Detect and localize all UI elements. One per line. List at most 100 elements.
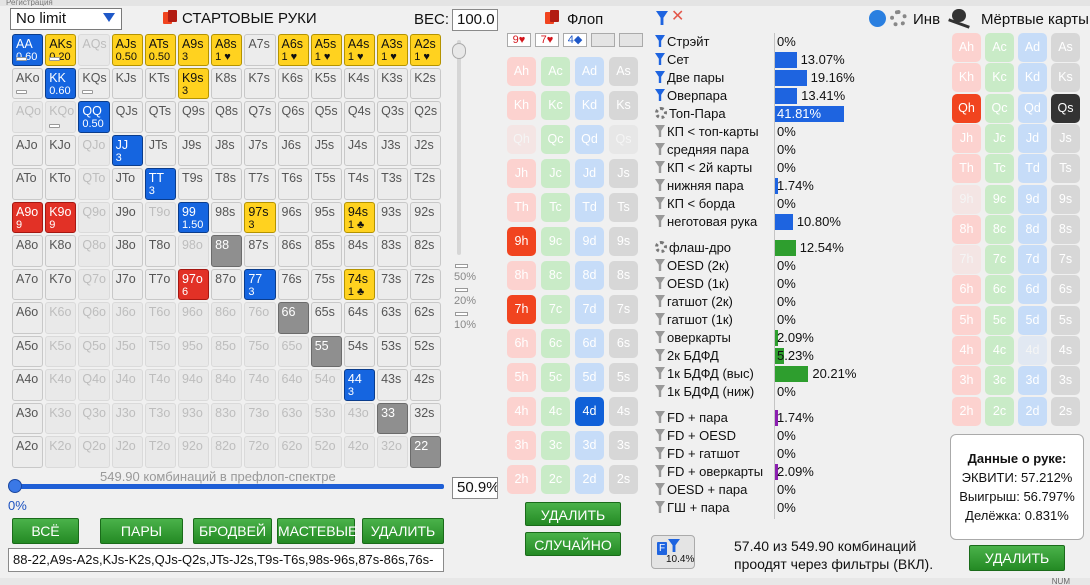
hand-cell[interactable]: A4s 1 ♥	[343, 34, 376, 66]
hand-cell[interactable]: J9s	[177, 134, 210, 166]
dead-card[interactable]: 2h	[952, 396, 981, 426]
hand-cell[interactable]: 87s	[244, 235, 276, 267]
range-slider[interactable]	[8, 479, 444, 493]
hand-cell[interactable]: 96s	[277, 201, 309, 233]
filter-icon[interactable]	[655, 277, 665, 289]
hand-cell[interactable]: 64o	[277, 369, 309, 401]
stat-row[interactable]: Сет	[655, 51, 689, 69]
dead-card[interactable]: Ad	[1018, 33, 1047, 62]
hand-cell[interactable]: 98s	[211, 201, 243, 233]
hand-cell[interactable]: Q2o	[78, 436, 110, 468]
hand-cell[interactable]: T3o	[144, 402, 176, 434]
hand-cell[interactable]: 65s	[310, 302, 342, 334]
hand-cell[interactable]: 83o	[211, 402, 243, 434]
dead-card[interactable]: Ac	[985, 33, 1014, 62]
hand-cell[interactable]: 33	[377, 402, 409, 434]
filter-icon[interactable]	[655, 349, 665, 361]
stat-row[interactable]: КП < борда	[655, 195, 735, 213]
hand-cell[interactable]: 93o	[177, 402, 210, 434]
hand-cell[interactable]: J6s	[277, 134, 309, 166]
flop-card[interactable]: 3s	[609, 431, 638, 460]
hand-cell[interactable]: 94s 1 ♣	[343, 201, 376, 233]
dead-card[interactable]: 4s	[1051, 336, 1080, 365]
hand-cell[interactable]: 96o	[177, 302, 210, 334]
stat-row[interactable]: Две пары	[655, 69, 724, 87]
dead-card[interactable]: Qh	[952, 93, 981, 123]
hand-cell[interactable]: K2o	[45, 436, 77, 468]
dead-card[interactable]: 5c	[985, 305, 1014, 335]
hand-cell[interactable]: 84s	[343, 235, 376, 267]
filter-icon[interactable]	[655, 161, 665, 173]
dead-card[interactable]: 3d	[1018, 366, 1047, 396]
hand-cell[interactable]: 73s	[377, 268, 409, 300]
dead-card[interactable]: 5d	[1018, 305, 1047, 335]
dead-delete-button[interactable]: УДАЛИТЬ	[969, 545, 1065, 571]
hand-cell[interactable]: KTo	[45, 168, 77, 200]
hand-cell[interactable]: Q7o	[78, 268, 110, 300]
hand-cell[interactable]: Q8o	[78, 235, 110, 267]
hand-cell[interactable]: KK 0.60	[45, 67, 77, 99]
hand-cell[interactable]: 92o	[177, 436, 210, 468]
hand-cell[interactable]: K4s	[343, 67, 376, 99]
flop-box-3[interactable]: 4◆	[563, 33, 587, 47]
dead-card[interactable]: Ts	[1051, 154, 1080, 184]
hand-cell[interactable]: J2s	[410, 134, 442, 166]
flop-card[interactable]: As	[609, 57, 638, 86]
hand-cell[interactable]: JJ 3	[111, 134, 143, 166]
hand-cell[interactable]: 62s	[410, 302, 442, 334]
hand-cell[interactable]: A9s 3	[177, 34, 210, 66]
hand-cell[interactable]: 76o	[244, 302, 276, 334]
hand-cell[interactable]: K9o 9	[45, 201, 77, 233]
dead-card[interactable]: 3h	[952, 366, 981, 396]
flop-card[interactable]: 2c	[541, 465, 570, 494]
hand-cell[interactable]: J5o	[111, 335, 143, 367]
hand-cell[interactable]: T6o	[144, 302, 176, 334]
filter-icon[interactable]	[655, 197, 665, 209]
hand-cell[interactable]: 74o	[244, 369, 276, 401]
flop-card[interactable]: Jh	[507, 159, 536, 188]
hand-cell[interactable]: K4o	[45, 369, 77, 401]
hand-cell[interactable]: 94o	[177, 369, 210, 401]
flop-box-4[interactable]	[591, 33, 615, 47]
filter-icon[interactable]	[655, 89, 665, 101]
flop-card[interactable]: 3h	[507, 431, 536, 460]
level-50-tick[interactable]	[455, 264, 468, 268]
refresh-icon[interactable]	[869, 10, 886, 27]
dead-card[interactable]: 5h	[952, 305, 981, 335]
hand-cell[interactable]: 52o	[310, 436, 342, 468]
flop-card[interactable]: Ac	[541, 57, 570, 86]
hand-cell[interactable]: QTo	[78, 168, 110, 200]
flop-card[interactable]: 4s	[609, 397, 638, 426]
hand-cell[interactable]: 52s	[410, 335, 442, 367]
hand-cell[interactable]: AQs	[78, 34, 110, 66]
stat-row[interactable]: 1к БДФД (ниж)	[655, 383, 754, 401]
flop-card[interactable]: 9h	[507, 227, 536, 256]
limit-select[interactable]: No limit	[10, 8, 122, 30]
flop-card[interactable]: Qh	[507, 125, 536, 154]
dead-card[interactable]: Kc	[985, 63, 1014, 93]
pairs-button[interactable]: ПАРЫ	[100, 518, 183, 544]
hand-cell[interactable]: 64s	[343, 302, 376, 334]
dead-card[interactable]: 7c	[985, 245, 1014, 275]
hand-cell[interactable]: 43o	[343, 402, 376, 434]
filter-icon[interactable]	[655, 447, 665, 459]
stat-row[interactable]: 1к БДФД (выс)	[655, 365, 754, 383]
stat-row[interactable]: КП < 2й карты	[655, 159, 752, 177]
hand-cell[interactable]: 86o	[211, 302, 243, 334]
flop-card[interactable]: 2d	[575, 465, 604, 494]
flop-box-1[interactable]: 9♥	[507, 33, 531, 47]
hand-cell[interactable]: J3o	[111, 402, 143, 434]
dead-card[interactable]: Js	[1051, 123, 1080, 153]
hand-cell[interactable]: J7o	[111, 268, 143, 300]
hand-cell[interactable]: A7o	[12, 268, 44, 300]
hand-cell[interactable]: JTo	[111, 168, 143, 200]
dead-card[interactable]: 3s	[1051, 366, 1080, 396]
dead-card[interactable]: 8s	[1051, 214, 1080, 244]
flop-card[interactable]: 6c	[541, 329, 570, 358]
hand-cell[interactable]: Q3s	[377, 101, 409, 133]
flop-card[interactable]: Qd	[575, 125, 604, 154]
dead-card[interactable]: 2d	[1018, 396, 1047, 426]
hand-cell[interactable]: T4o	[144, 369, 176, 401]
dead-card[interactable]: Qs	[1051, 93, 1080, 123]
dead-card[interactable]: 6d	[1018, 275, 1047, 305]
